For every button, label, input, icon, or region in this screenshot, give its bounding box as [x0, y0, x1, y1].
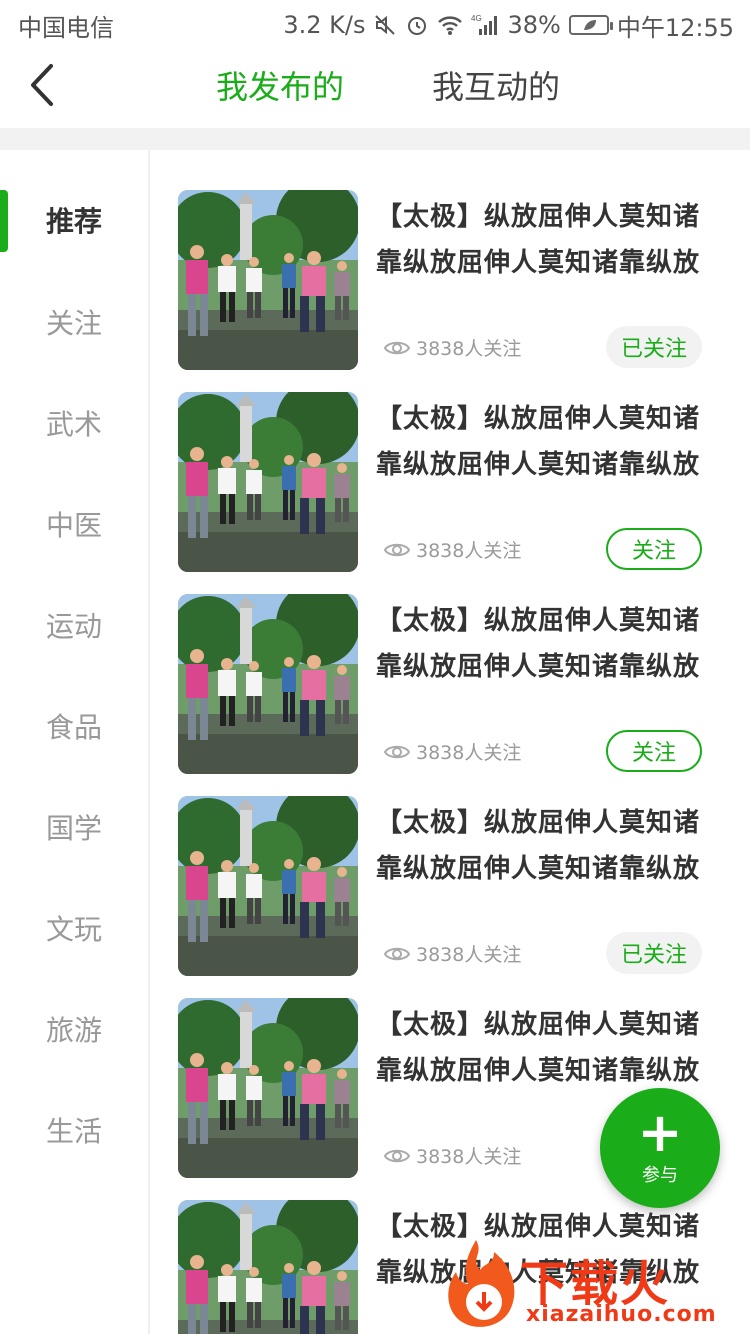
sidebar-item-sinology[interactable]: 国学: [0, 797, 148, 857]
signal-icon: 4G: [471, 13, 499, 37]
thumbnail[interactable]: [178, 1200, 358, 1334]
back-button[interactable]: [22, 60, 62, 110]
list-item[interactable]: 【太极】纵放屈伸人莫知诸靠纵放屈伸人莫知诸靠纵放 3838人关注 关注: [150, 352, 750, 572]
participate-label: 参与: [642, 1165, 678, 1186]
sidebar-item-chinese-medicine[interactable]: 中医: [0, 494, 148, 554]
svg-text:4G: 4G: [471, 14, 482, 23]
taichi-photo: [178, 796, 358, 976]
taichi-photo: [178, 190, 358, 370]
alarm-icon: [405, 13, 429, 37]
taichi-photo: [178, 594, 358, 774]
thumbnail[interactable]: [178, 392, 358, 572]
flame-logo-icon: [448, 1240, 515, 1327]
watermark-url: xiazaihuo.com: [526, 1302, 717, 1327]
network-speed: 3.2 K/s: [283, 11, 366, 39]
watermark-logo: 下载火 xiazaihuo.com: [446, 1236, 746, 1332]
thumbnail[interactable]: [178, 998, 358, 1178]
list-item[interactable]: 【太极】纵放屈伸人莫知诸靠纵放屈伸人莫知诸靠纵放 3838人关注 已关注: [150, 150, 750, 370]
sidebar-item-sports[interactable]: 运动: [0, 595, 148, 655]
header: 我发布的 我互动的: [0, 50, 750, 128]
clock: 中午12:55: [616, 13, 734, 42]
list-item[interactable]: 【太极】纵放屈伸人莫知诸靠纵放屈伸人莫知诸靠纵放 3838人关注 已关注: [150, 756, 750, 976]
status-icons: 3.2 K/s 4G 38% 中午12:55: [283, 8, 734, 43]
sidebar-item-travel[interactable]: 旅游: [0, 999, 148, 1059]
status-bar: 中国电信 3.2 K/s 4G 38% 中午12:55: [0, 0, 750, 50]
wifi-icon: [437, 14, 463, 36]
thumbnail[interactable]: [178, 594, 358, 774]
battery-percent: 38%: [507, 11, 561, 39]
header-divider: [0, 128, 750, 150]
sidebar-item-collectibles[interactable]: 文玩: [0, 898, 148, 958]
plus-icon: +: [637, 1101, 683, 1164]
participate-button[interactable]: + 参与: [600, 1088, 720, 1208]
sidebar-item-following[interactable]: 关注: [0, 292, 148, 352]
carrier-label: 中国电信: [18, 13, 114, 42]
chevron-left-icon: [31, 64, 53, 106]
post-title[interactable]: 【太极】纵放屈伸人莫知诸靠纵放屈伸人莫知诸靠纵放: [376, 598, 726, 690]
taichi-photo: [178, 392, 358, 572]
tab-my-posts[interactable]: 我发布的: [216, 62, 344, 108]
post-title[interactable]: 【太极】纵放屈伸人莫知诸靠纵放屈伸人莫知诸靠纵放: [376, 1002, 726, 1094]
post-title[interactable]: 【太极】纵放屈伸人莫知诸靠纵放屈伸人莫知诸靠纵放: [376, 194, 726, 286]
sidebar-item-recommend[interactable]: 推荐: [0, 190, 148, 250]
taichi-photo: [178, 998, 358, 1178]
sidebar-item-martial-arts[interactable]: 武术: [0, 393, 148, 453]
sidebar-item-life[interactable]: 生活: [0, 1100, 148, 1160]
thumbnail[interactable]: [178, 796, 358, 976]
post-title[interactable]: 【太极】纵放屈伸人莫知诸靠纵放屈伸人莫知诸靠纵放: [376, 396, 726, 488]
post-title[interactable]: 【太极】纵放屈伸人莫知诸靠纵放屈伸人莫知诸靠纵放: [376, 800, 726, 892]
tab-my-interactions[interactable]: 我互动的: [432, 62, 560, 108]
mute-icon: [373, 13, 397, 37]
taichi-photo: [178, 1200, 358, 1334]
thumbnail[interactable]: [178, 190, 358, 370]
list-item[interactable]: 【太极】纵放屈伸人莫知诸靠纵放屈伸人莫知诸靠纵放 3838人关注 关注: [150, 554, 750, 774]
battery-icon: [568, 15, 613, 35]
category-sidebar: 推荐 关注 武术 中医 运动 食品 国学 文玩 旅游 生活: [0, 150, 150, 1334]
sidebar-item-food[interactable]: 食品: [0, 696, 148, 756]
